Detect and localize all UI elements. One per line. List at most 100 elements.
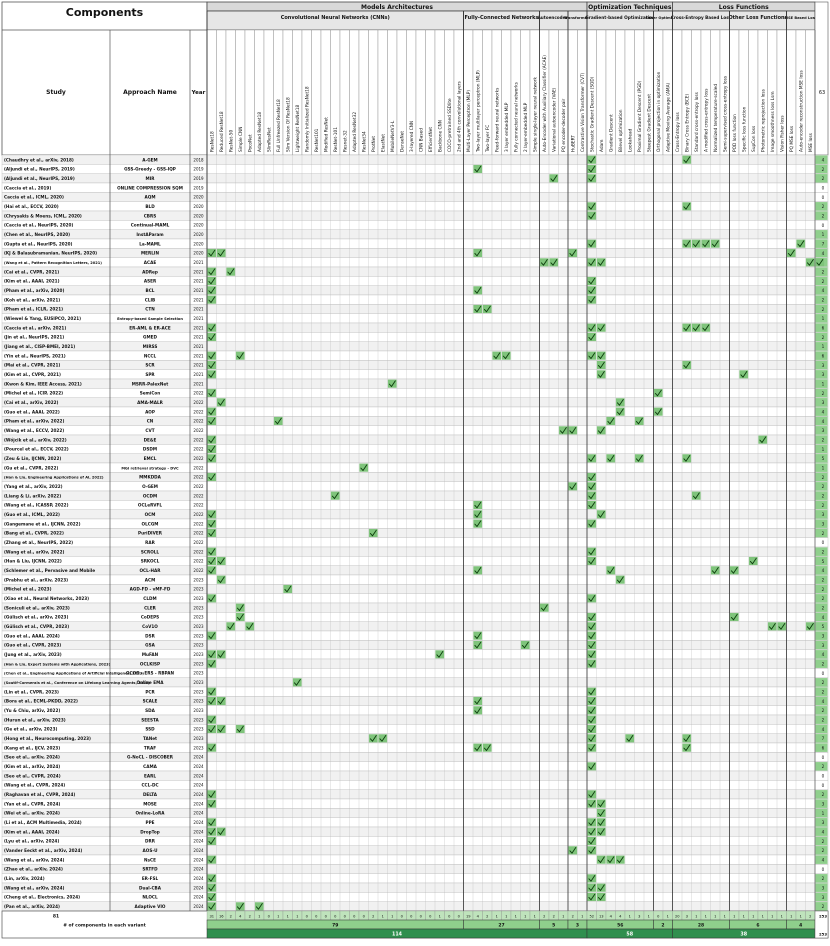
row-year: 2024 <box>193 839 204 844</box>
table-row <box>1 369 829 380</box>
row-study: (Mai et al., CVPR, 2021) <box>4 363 60 368</box>
row-year: 2021 <box>193 353 204 358</box>
row-count: 2 <box>822 214 825 219</box>
component-count: 1 <box>733 914 735 918</box>
row-year: 2023 <box>193 745 204 750</box>
row-count: 2 <box>822 391 825 396</box>
row-year: 2022 <box>193 568 204 573</box>
table-row <box>1 836 829 846</box>
table-row <box>1 546 829 557</box>
row-year: 2023 <box>193 605 204 610</box>
row-approach: CTN <box>145 307 155 312</box>
component-label: Vision Fisher loss <box>779 115 785 152</box>
row-approach: ADRep <box>142 269 158 274</box>
sub-group-label: Fully-Connected Networks <box>465 15 539 21</box>
row-approach: DELTA <box>143 792 158 797</box>
row-approach: PPE <box>146 820 155 825</box>
row-study: (Lin, arXiv, 2024) <box>4 876 45 881</box>
row-study: (Schlemer et al., Pervasive and Mobile <box>4 568 95 573</box>
row-approach: ACM <box>145 577 155 582</box>
row-year: 2018 <box>193 157 204 162</box>
row-count: 2 <box>822 792 825 797</box>
total-rows: 81 <box>53 914 59 920</box>
row-year: 2022 <box>193 409 204 414</box>
row-approach: CAMA <box>143 764 157 769</box>
sub-total: 79 <box>332 923 338 929</box>
row-study: (Wiewel & Yang, EUSIPCO, 2021) <box>4 316 81 321</box>
row-year: 2023 <box>193 680 204 685</box>
row-year: 2023 <box>193 699 204 704</box>
component-label: Randomly Initialized ResNet18 <box>304 86 310 152</box>
right-total: 253 <box>819 913 827 918</box>
sub-total: 56 <box>617 923 623 929</box>
sub-total: 6 <box>756 923 759 929</box>
table-row <box>1 752 829 762</box>
row-approach: MOSE <box>143 801 157 806</box>
row-count: 2 <box>822 587 825 592</box>
row-study: (Hai et al., ECCV, 2020) <box>4 204 59 209</box>
row-count: 1 <box>822 316 825 321</box>
table-row <box>1 248 829 258</box>
table-row <box>1 276 829 286</box>
row-year: 2020 <box>193 204 204 209</box>
row-year: 2021 <box>193 316 204 321</box>
component-count: 2 <box>249 914 251 918</box>
row-year: 2020 <box>193 195 204 200</box>
row-year: 2021 <box>193 372 204 377</box>
row-approach: SEESTA <box>141 717 159 722</box>
row-study: (Kim et al., AAAI, 2024) <box>4 829 60 834</box>
row-count: 0 <box>822 195 825 200</box>
row-count: 2 <box>822 279 825 284</box>
row-study: Caccia et al., ICML, 2020) <box>4 195 64 200</box>
row-count: 2 <box>822 690 825 695</box>
row-count: 2 <box>822 176 825 181</box>
row-count: 3 <box>822 372 825 377</box>
row-approach: ONLINE COMPRESSION SQM <box>117 185 183 190</box>
component-label: DenseNet <box>399 131 405 152</box>
row-study: (Gülisch et al., CVPR, 2023) <box>4 624 69 629</box>
row-year: 2021 <box>193 381 204 386</box>
row-study: (Kang et al., IJCV, 2023) <box>4 745 60 750</box>
row-study: (Guo et al., CVPR, 2023) <box>4 643 61 648</box>
component-label: ResNet34 <box>361 131 367 152</box>
table-row <box>1 444 829 454</box>
row-study: (KJ & Balasubramanian, NeurIPS, 2020) <box>4 251 97 256</box>
component-label: Binary Cross Entropy (BCE) <box>684 93 690 152</box>
row-year: 2020 <box>193 232 204 237</box>
component-label: Adam <box>599 140 605 152</box>
component-count: 2 <box>486 914 488 918</box>
row-approach: DSDM <box>143 447 157 452</box>
row-approach: SPR <box>145 372 155 377</box>
component-label: Bilevel optimization <box>618 109 624 152</box>
component-count: 1 <box>629 914 631 918</box>
row-approach: OCLKISP <box>140 661 160 666</box>
component-count: 1 <box>781 914 783 918</box>
row-year: 2019 <box>193 167 204 172</box>
top-total: 38 <box>740 932 747 938</box>
row-year: 2022 <box>193 419 204 424</box>
components-title: Components <box>66 6 144 19</box>
top-group-label: Loss Functions <box>719 4 769 11</box>
row-approach: AGD-FD - vMF-FD <box>130 587 171 592</box>
row-study: (Ge et al., arXiv, 2023) <box>4 727 57 732</box>
component-count: 1 <box>714 914 716 918</box>
component-label: Semi-supervised cross-entropy loss <box>722 75 728 152</box>
component-label: POD loss function <box>732 114 738 152</box>
table-row <box>1 761 829 772</box>
row-count: 0 <box>822 540 825 545</box>
row-study: (Wang et al., CVPR, 2024) <box>4 783 65 788</box>
row-year: 2024 <box>193 801 204 806</box>
component-label: Standard cross-entropy loss <box>694 91 700 152</box>
component-label: Simple CNN <box>238 127 244 152</box>
table-row <box>1 789 829 800</box>
row-year: 2022 <box>193 503 204 508</box>
row-count: 2 <box>822 475 825 480</box>
table-row <box>1 192 829 202</box>
components-table-figure: Components Study Approach Name Year Models A… <box>0 0 830 946</box>
row-year: 2021 <box>193 269 204 274</box>
row-count: 0 <box>822 223 825 228</box>
table-row <box>1 742 829 753</box>
table-row <box>1 770 829 781</box>
row-approach: NsCE <box>144 857 156 862</box>
row-year: 2022 <box>193 400 204 405</box>
